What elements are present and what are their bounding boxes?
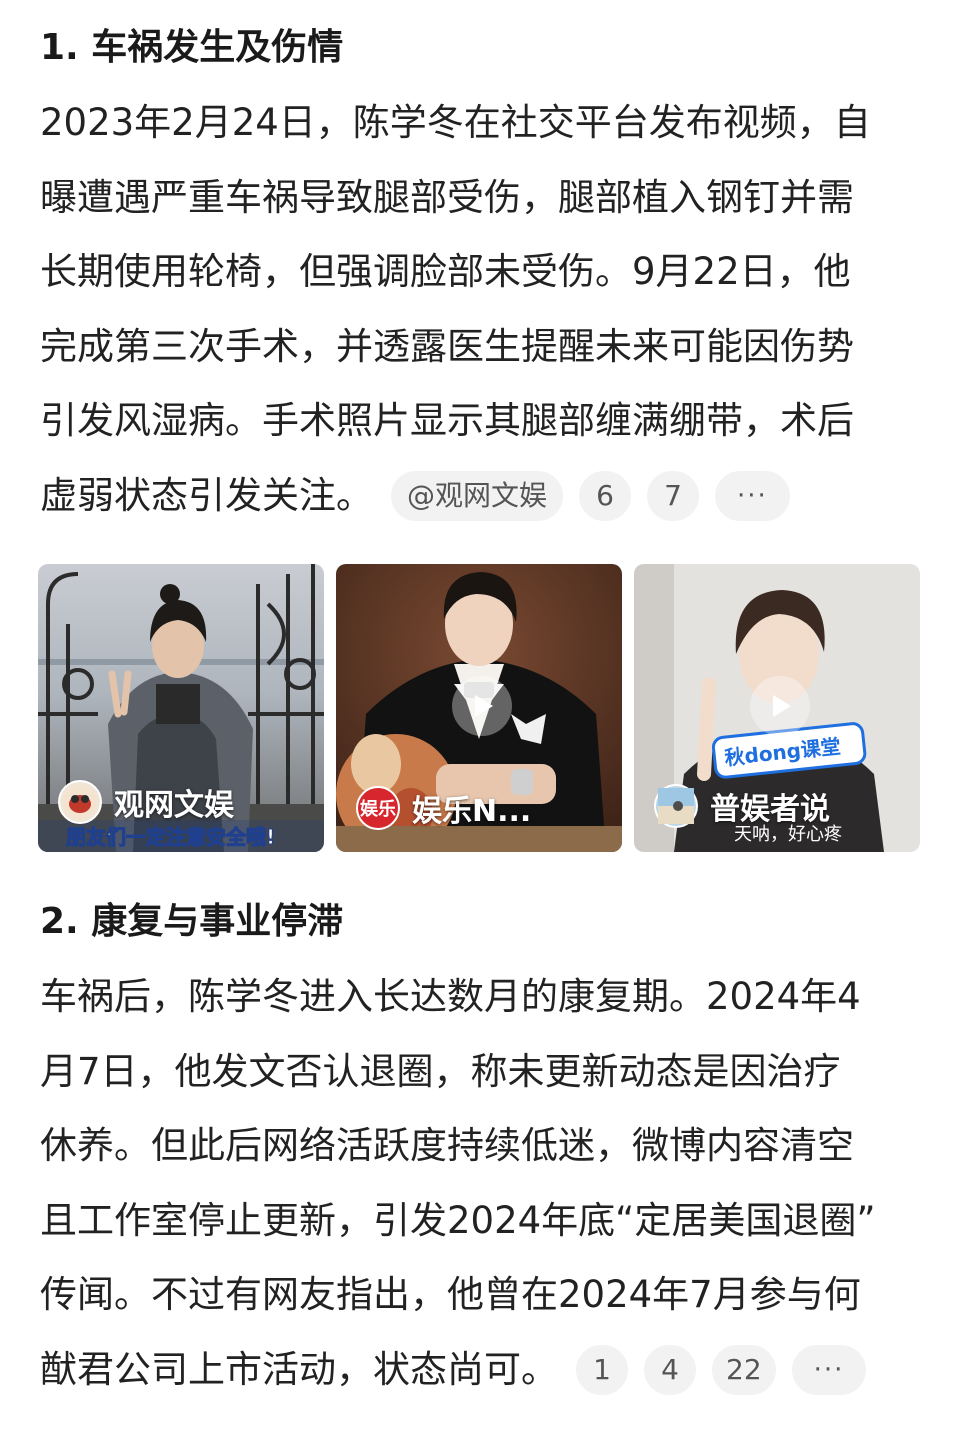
paragraph-line: 长期使用轮椅，但强调脸部未受伤。9月22日，他 xyxy=(40,250,851,293)
paragraph-line: 虚弱状态引发关注。 @观网文娱 6 7 ··· xyxy=(40,459,920,534)
paragraph-line: 休养。但此后网络活跃度持续低迷，微博内容清空 xyxy=(40,1124,854,1167)
play-button[interactable] xyxy=(750,676,810,736)
video-caption: 朋友们一定注意安全哦! xyxy=(66,825,275,849)
section-1: 1. 车祸发生及伤情 xyxy=(40,22,920,74)
reference-chip[interactable]: 6 xyxy=(579,470,632,521)
reference-chip[interactable]: 1 xyxy=(576,1344,628,1395)
yule-logo-icon: 娱乐 xyxy=(356,786,400,830)
paragraph-line: 曝遭遇严重车祸导致腿部受伤，腿部植入钢钉并需 xyxy=(40,175,854,219)
section-2-paragraph: 车祸后，陈学冬进入长达数月的康复期。2024年4 月7日，他发文否认退圈，称未更… xyxy=(40,960,920,1407)
media-thumbnail-1[interactable]: 朋友们一定注意安全哦! 观网文娱 xyxy=(38,564,324,852)
paragraph-line: 完成第三次手术，并透露医生提醒未来可能因伤势 xyxy=(40,324,854,368)
section-1-paragraph: 2023年2月24日，陈学冬在社交平台发布视频，自 曝遭遇严重车祸导致腿部受伤，… xyxy=(40,86,920,533)
play-icon xyxy=(475,695,493,717)
paragraph-line: 月7日，他发文否认退圈，称未更新动态是因治疗 xyxy=(40,1049,841,1093)
media-credit: 普娱者说 xyxy=(654,782,830,830)
more-button[interactable]: ··· xyxy=(715,470,790,521)
paragraph-line: 2023年2月24日，陈学冬在社交平台发布视频，自 xyxy=(40,101,871,144)
reference-chip[interactable]: 22 xyxy=(712,1344,776,1395)
section-2: 2. 康复与事业停滞 xyxy=(40,896,920,948)
paragraph-line: 猷君公司上市活动，状态尚可。 1 4 22 ··· xyxy=(40,1333,920,1408)
play-icon xyxy=(773,695,791,717)
media-credit: 娱乐 娱乐N... xyxy=(356,784,531,832)
source-chip[interactable]: @观网文娱 xyxy=(391,470,564,521)
media-thumbnail-2[interactable]: 娱乐 娱乐N... xyxy=(336,564,622,852)
section-2-heading: 2. 康复与事业停滞 xyxy=(40,901,344,942)
media-source-name: 娱乐N... xyxy=(412,794,532,829)
more-button[interactable]: ··· xyxy=(791,1344,867,1395)
media-row: 朋友们一定注意安全哦! 观网文娱 娱乐 娱乐N... 秋dong课堂 天呐，好心… xyxy=(38,564,922,852)
media-credit: 观网文娱 xyxy=(58,778,234,826)
section-1-heading: 1. 车祸发生及伤情 xyxy=(40,27,344,68)
paragraph-line: 传闻。不过有网友指出，他曾在2024年7月参与何 xyxy=(40,1273,861,1316)
media-source-name: 普娱者说 xyxy=(710,792,830,827)
avatar-icon xyxy=(654,784,698,828)
paragraph-line: 车祸后，陈学冬进入长达数月的康复期。2024年4 xyxy=(40,975,861,1018)
reference-chip[interactable]: 4 xyxy=(644,1344,696,1395)
media-source-name: 观网文娱 xyxy=(114,788,234,823)
media-thumbnail-3[interactable]: 秋dong课堂 天呐，好心疼 普娱者说 xyxy=(634,564,920,852)
reference-chip[interactable]: 7 xyxy=(647,470,700,521)
paragraph-line: 引发风湿病。手术照片显示其腿部缠满绷带，术后 xyxy=(40,399,854,442)
play-button[interactable] xyxy=(452,676,512,736)
paragraph-line: 且工作室停止更新，引发2024年底“定居美国退圈” xyxy=(40,1198,876,1242)
avatar-icon xyxy=(58,780,102,824)
